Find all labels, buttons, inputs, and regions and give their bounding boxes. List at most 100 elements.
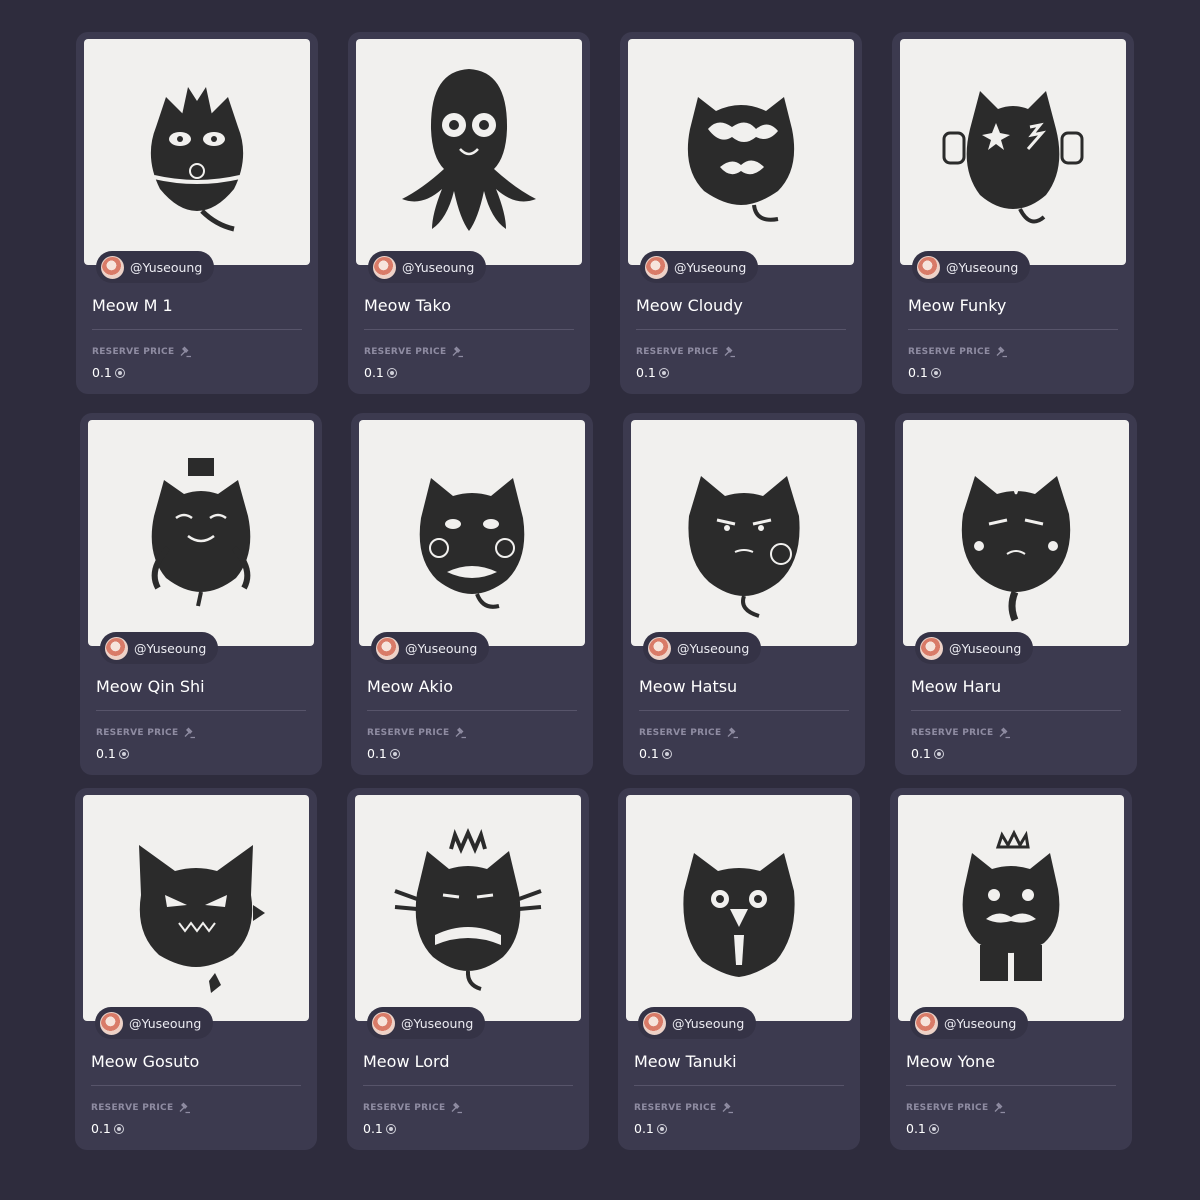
reserve-price-label: RESERVE PRICE bbox=[92, 347, 175, 357]
avatar bbox=[917, 255, 940, 279]
nft-card[interactable]: @Yuseoung Meow Yone RESERVE PRICE 0.1 bbox=[890, 788, 1132, 1150]
card-title: Meow Qin Shi bbox=[96, 677, 205, 696]
nft-card[interactable]: @Yuseoung Meow Tako RESERVE PRICE 0.1 bbox=[348, 32, 590, 394]
tanuki-cat-icon[interactable] bbox=[626, 795, 852, 1021]
avatar bbox=[648, 636, 671, 660]
nft-card[interactable]: @Yuseoung Meow Hatsu RESERVE PRICE 0.1 bbox=[623, 413, 865, 775]
reserve-price-label: RESERVE PRICE bbox=[364, 347, 447, 357]
currency-icon bbox=[118, 748, 129, 759]
price-value: 0.1 bbox=[367, 746, 400, 761]
creator-badge[interactable]: @Yuseoung bbox=[368, 251, 487, 283]
nft-card[interactable]: @Yuseoung Meow Haru RESERVE PRICE 0.1 bbox=[895, 413, 1137, 775]
currency-icon bbox=[930, 367, 941, 378]
creator-badge[interactable]: @Yuseoung bbox=[915, 632, 1034, 664]
nft-card[interactable]: @Yuseoung Meow Qin Shi RESERVE PRICE 0.1 bbox=[80, 413, 322, 775]
creator-badge[interactable]: @Yuseoung bbox=[910, 1007, 1029, 1039]
price-amount: 0.1 bbox=[96, 746, 116, 761]
reserve-price-row: RESERVE PRICE bbox=[92, 346, 192, 358]
avatar bbox=[915, 1011, 938, 1035]
haru-cat-icon[interactable] bbox=[903, 420, 1129, 646]
gavel-icon bbox=[996, 346, 1008, 358]
nft-card[interactable]: @Yuseoung Meow Funky RESERVE PRICE 0.1 bbox=[892, 32, 1134, 394]
divider bbox=[91, 1085, 301, 1086]
currency-icon bbox=[933, 748, 944, 759]
currency-icon bbox=[661, 748, 672, 759]
gavel-icon bbox=[184, 727, 196, 739]
nft-card[interactable]: @Yuseoung Meow M 1 RESERVE PRICE 0.1 bbox=[76, 32, 318, 394]
price-value: 0.1 bbox=[634, 1121, 667, 1136]
creator-badge[interactable]: @Yuseoung bbox=[95, 1007, 214, 1039]
hatsu-cat-icon[interactable] bbox=[631, 420, 857, 646]
price-value: 0.1 bbox=[363, 1121, 396, 1136]
octopus-cat-icon[interactable] bbox=[356, 39, 582, 265]
currency-icon bbox=[928, 1123, 939, 1134]
creator-badge[interactable]: @Yuseoung bbox=[912, 251, 1031, 283]
gavel-icon bbox=[179, 1102, 191, 1114]
qin-shi-cat-icon[interactable] bbox=[88, 420, 314, 646]
divider bbox=[92, 329, 302, 330]
card-title: Meow Haru bbox=[911, 677, 1002, 696]
price-value: 0.1 bbox=[91, 1121, 124, 1136]
reserve-price-label: RESERVE PRICE bbox=[91, 1103, 174, 1113]
creator-handle: @Yuseoung bbox=[944, 1015, 1017, 1031]
reserve-price-label: RESERVE PRICE bbox=[634, 1103, 717, 1113]
reserve-price-row: RESERVE PRICE bbox=[363, 1102, 463, 1114]
creator-handle: @Yuseoung bbox=[672, 1015, 745, 1031]
nft-card[interactable]: @Yuseoung Meow Lord RESERVE PRICE 0.1 bbox=[347, 788, 589, 1150]
price-value: 0.1 bbox=[364, 365, 397, 380]
avatar bbox=[373, 255, 396, 279]
card-title: Meow Funky bbox=[908, 296, 1007, 315]
lord-cat-icon[interactable] bbox=[355, 795, 581, 1021]
avatar bbox=[101, 255, 124, 279]
yone-cat-icon[interactable] bbox=[898, 795, 1124, 1021]
creator-badge[interactable]: @Yuseoung bbox=[100, 632, 219, 664]
price-amount: 0.1 bbox=[639, 746, 659, 761]
gavel-icon bbox=[727, 727, 739, 739]
creator-badge[interactable]: @Yuseoung bbox=[643, 632, 762, 664]
nft-card[interactable]: @Yuseoung Meow Akio RESERVE PRICE 0.1 bbox=[351, 413, 593, 775]
nft-card[interactable]: @Yuseoung Meow Tanuki RESERVE PRICE 0.1 bbox=[618, 788, 860, 1150]
divider bbox=[908, 329, 1118, 330]
card-title: Meow Tanuki bbox=[634, 1052, 737, 1071]
card-title: Meow Hatsu bbox=[639, 677, 738, 696]
price-value: 0.1 bbox=[636, 365, 669, 380]
gosuto-cat-icon[interactable] bbox=[83, 795, 309, 1021]
currency-icon bbox=[658, 367, 669, 378]
nft-card[interactable]: @Yuseoung Meow Cloudy RESERVE PRICE 0.1 bbox=[620, 32, 862, 394]
creator-handle: @Yuseoung bbox=[677, 640, 750, 656]
creator-badge[interactable]: @Yuseoung bbox=[371, 632, 490, 664]
reserve-price-row: RESERVE PRICE bbox=[636, 346, 736, 358]
currency-icon bbox=[386, 367, 397, 378]
cloudy-cat-icon[interactable] bbox=[628, 39, 854, 265]
reserve-price-row: RESERVE PRICE bbox=[634, 1102, 734, 1114]
reserve-price-label: RESERVE PRICE bbox=[908, 347, 991, 357]
gavel-icon bbox=[994, 1102, 1006, 1114]
gavel-icon bbox=[452, 346, 464, 358]
akio-cat-icon[interactable] bbox=[359, 420, 585, 646]
gavel-icon bbox=[999, 727, 1011, 739]
price-amount: 0.1 bbox=[92, 365, 112, 380]
card-title: Meow Akio bbox=[367, 677, 454, 696]
creator-badge[interactable]: @Yuseoung bbox=[638, 1007, 757, 1039]
reserve-price-row: RESERVE PRICE bbox=[364, 346, 464, 358]
reserve-price-label: RESERVE PRICE bbox=[911, 728, 994, 738]
creator-badge[interactable]: @Yuseoung bbox=[367, 1007, 486, 1039]
creator-handle: @Yuseoung bbox=[674, 259, 747, 275]
price-amount: 0.1 bbox=[906, 1121, 926, 1136]
gavel-icon bbox=[180, 346, 192, 358]
cat-m1-icon[interactable] bbox=[84, 39, 310, 265]
reserve-price-label: RESERVE PRICE bbox=[367, 728, 450, 738]
creator-badge[interactable]: @Yuseoung bbox=[640, 251, 759, 283]
creator-handle: @Yuseoung bbox=[946, 259, 1019, 275]
reserve-price-label: RESERVE PRICE bbox=[906, 1103, 989, 1113]
creator-handle: @Yuseoung bbox=[949, 640, 1022, 656]
funky-cat-icon[interactable] bbox=[900, 39, 1126, 265]
reserve-price-row: RESERVE PRICE bbox=[96, 727, 196, 739]
creator-badge[interactable]: @Yuseoung bbox=[96, 251, 215, 283]
avatar bbox=[645, 255, 668, 279]
price-amount: 0.1 bbox=[911, 746, 931, 761]
divider bbox=[911, 710, 1121, 711]
currency-icon bbox=[385, 1123, 396, 1134]
currency-icon bbox=[389, 748, 400, 759]
nft-card[interactable]: @Yuseoung Meow Gosuto RESERVE PRICE 0.1 bbox=[75, 788, 317, 1150]
